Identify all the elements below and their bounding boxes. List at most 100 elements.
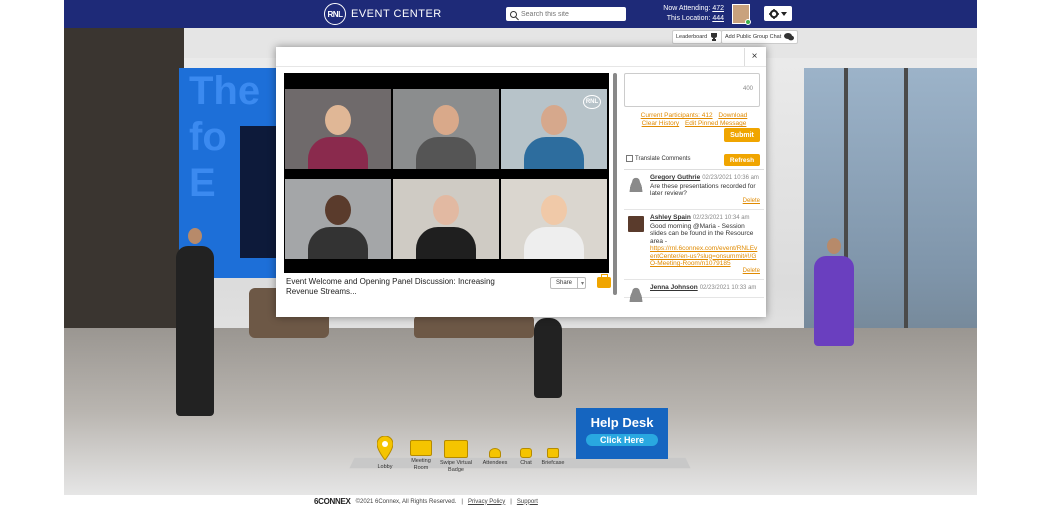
now-attending-value[interactable]: 472 (712, 5, 724, 12)
help-desk-banner[interactable]: Help Desk Click Here (576, 408, 668, 459)
leaderboard-button[interactable]: Leaderboard (672, 30, 723, 44)
video-participant-tile (393, 89, 499, 169)
search-box[interactable] (506, 7, 626, 21)
dock-virtual-badge[interactable]: Swipe Virtual Badge (438, 440, 474, 474)
rnl-watermark: RNL (583, 95, 601, 109)
rnl-logo[interactable]: RNL EVENT CENTER (324, 3, 442, 25)
participant-body (524, 137, 584, 169)
privacy-policy-link[interactable]: Privacy Policy (468, 499, 505, 505)
chevron-down-icon: ▾ (581, 280, 585, 287)
message-text: Are these presentations recorded for lat… (650, 182, 756, 198)
chat-message: Ashley Spain 02/23/2021 10:34 am Good mor… (624, 210, 764, 280)
figure-head (188, 228, 202, 244)
help-desk-title: Help Desk (590, 415, 654, 430)
copyright-text: ©2021 6Connex, All Rights Reserved. (355, 498, 457, 505)
chat-message-input[interactable]: 400 (624, 73, 760, 107)
participant-body (416, 137, 476, 169)
chat-message: Gregory Guthrie 02/23/2021 10:36 am Are t… (624, 170, 764, 210)
standing-person-figure (534, 318, 562, 398)
dock-meeting-room[interactable]: Meeting Room (404, 440, 438, 472)
support-link[interactable]: Support (517, 499, 538, 505)
attendance-counter: Now Attending: 472 This Location: 444 (662, 4, 724, 24)
public-group-chat-button[interactable]: Add Public Group Chat (721, 30, 799, 44)
navigation-dock: Lobby Meeting Room Swipe Virtual Badge A… (370, 436, 580, 476)
modal-scrollbar[interactable] (613, 73, 617, 295)
chat-message: Jenna Johnson 02/23/2021 10:33 am (624, 280, 764, 302)
participant-body (308, 137, 368, 169)
translate-checkbox[interactable] (626, 155, 633, 162)
close-modal-button[interactable]: × (744, 48, 764, 66)
dock-briefcase[interactable]: Briefcase (538, 448, 568, 467)
dock-chat-label: Chat (520, 460, 532, 466)
message-author[interactable]: Ashley Spain (650, 214, 691, 221)
message-author[interactable]: Gregory Guthrie (650, 174, 700, 181)
attendees-icon (489, 448, 501, 458)
search-input[interactable] (521, 10, 621, 18)
user-avatar[interactable] (732, 4, 751, 25)
session-video-modal: × RNL Event Welcome and Opening Panel Di… (276, 47, 766, 317)
translate-comments-toggle[interactable]: Translate Comments (626, 155, 690, 162)
translate-label: Translate Comments (635, 155, 691, 162)
footer-separator: | (510, 498, 512, 505)
current-participants-link[interactable]: Current Participants: 412 (641, 112, 713, 119)
chat-message-list[interactable]: Gregory Guthrie 02/23/2021 10:36 am Are t… (624, 169, 764, 307)
download-link[interactable]: Download (718, 112, 747, 119)
online-status-icon (745, 19, 751, 25)
standing-man-figure (176, 228, 214, 416)
chat-icon (520, 448, 532, 458)
char-count: 400 (742, 86, 753, 92)
event-center-page: RNL EVENT CENTER Now Attending: 472 This… (0, 0, 1042, 510)
search-icon[interactable] (510, 10, 517, 18)
video-participant-tile (501, 179, 607, 259)
trophy-icon (711, 33, 718, 41)
6connex-logo: 6CONNEX (314, 497, 351, 506)
dock-attendees[interactable]: Attendees (480, 448, 510, 467)
this-location-value[interactable]: 444 (712, 15, 724, 22)
rnl-logo-mark: RNL (324, 3, 346, 25)
message-text: Good morning @Maria - Session slides can… (650, 222, 754, 245)
meeting-room-icon (410, 440, 432, 456)
chat-actions: Current Participants: 412 Download Clear… (624, 112, 764, 128)
briefcase-icon (547, 448, 559, 458)
share-dropdown[interactable]: Share ▾ (550, 277, 586, 289)
edit-pinned-message-link[interactable]: Edit Pinned Message (685, 120, 746, 127)
participant-body (308, 227, 368, 259)
site-title: EVENT CENTER (351, 8, 442, 20)
message-link[interactable]: https://rnl.6connex.com/event/RNLEventCe… (650, 245, 760, 268)
message-author[interactable]: Jenna Johnson (650, 284, 698, 291)
video-participant-tile (285, 179, 391, 259)
video-player[interactable]: RNL (284, 73, 609, 273)
participant-face (433, 195, 459, 225)
submit-button[interactable]: Submit (724, 128, 760, 142)
video-participant-tile (393, 179, 499, 259)
clear-history-link[interactable]: Clear History (642, 120, 680, 127)
refresh-button[interactable]: Refresh (724, 154, 760, 166)
settings-menu-button[interactable] (764, 6, 792, 21)
footer-separator: | (461, 498, 463, 505)
help-desk-click-here-button[interactable]: Click Here (586, 434, 658, 446)
dock-chat[interactable]: Chat (514, 448, 538, 467)
dock-badge-label: Swipe Virtual Badge (440, 460, 472, 473)
share-label: Share (551, 277, 579, 289)
gear-icon (769, 8, 779, 19)
delete-link[interactable]: Delete (650, 198, 760, 206)
user-placeholder-icon (628, 176, 644, 192)
top-navigation-bar: RNL EVENT CENTER Now Attending: 472 This… (64, 0, 977, 28)
participant-face (325, 195, 351, 225)
wood-wall (64, 28, 184, 328)
leaderboard-label: Leaderboard (676, 34, 708, 40)
user-avatar (628, 216, 644, 232)
dock-attendees-label: Attendees (482, 460, 508, 466)
dock-lobby[interactable]: Lobby (370, 436, 400, 471)
participant-face (541, 105, 567, 135)
message-time: 02/23/2021 10:36 am (702, 175, 759, 181)
wall-display (240, 126, 280, 258)
delete-link[interactable]: Delete (650, 268, 760, 276)
map-pin-icon (377, 436, 393, 460)
dock-meeting-room-label: Meeting Room (411, 458, 431, 471)
this-location-label: This Location: (666, 15, 711, 22)
add-to-briefcase-icon[interactable] (597, 274, 611, 288)
chat-bubbles-icon (784, 33, 795, 41)
coffee-table (414, 316, 534, 338)
message-time: 02/23/2021 10:34 am (692, 215, 750, 221)
